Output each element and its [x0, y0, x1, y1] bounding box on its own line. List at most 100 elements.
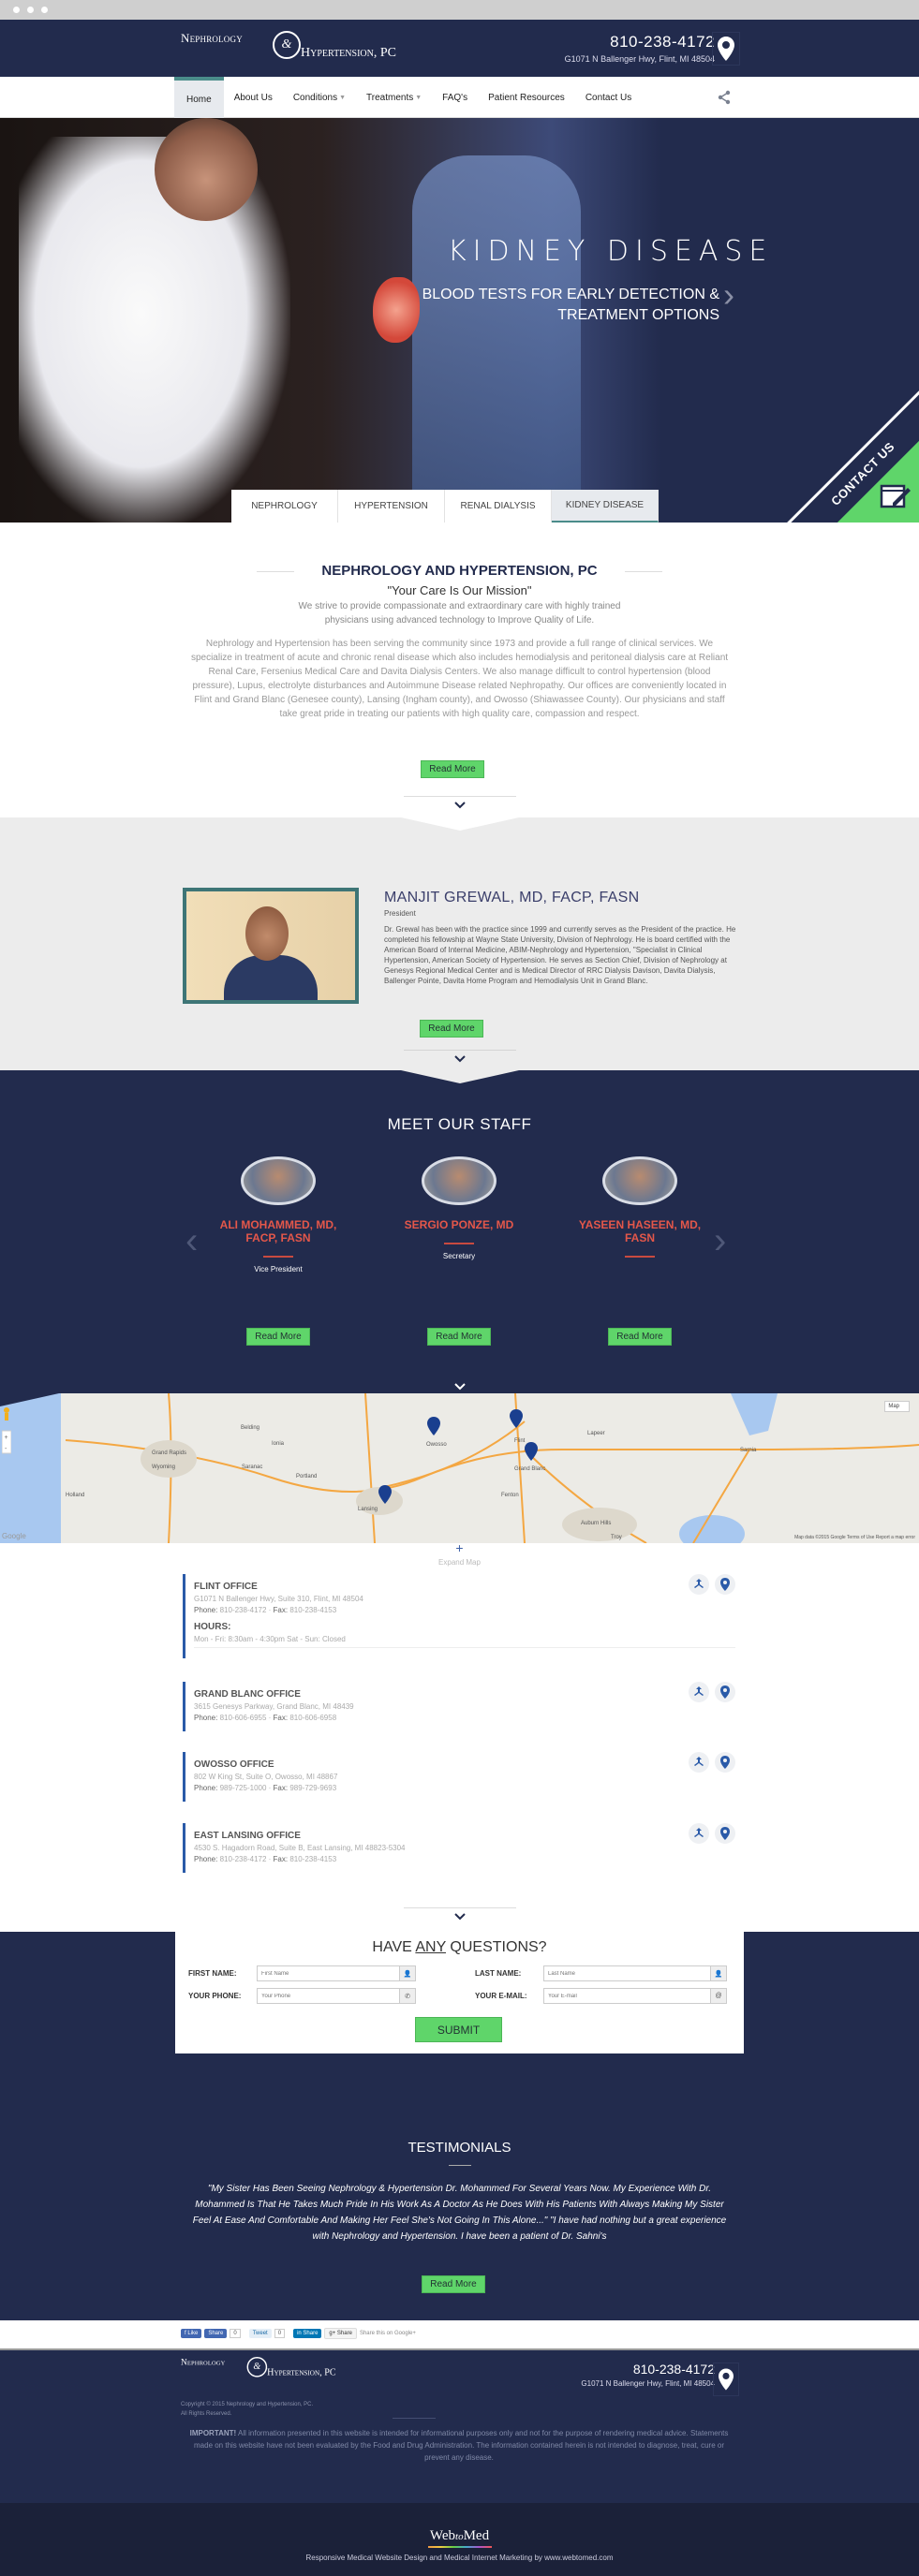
office-fax: 810-606-6958 [289, 1714, 337, 1722]
last-name-field[interactable]: 👤 [543, 1965, 727, 1981]
fax-label: Fax: [273, 1714, 289, 1722]
location-pin-icon[interactable] [712, 32, 740, 66]
email-input[interactable] [544, 1989, 710, 2003]
nav-faqs[interactable]: FAQ's [432, 77, 478, 118]
slider-tab-kidney-disease[interactable]: KIDNEY DISEASE [552, 490, 659, 523]
staff-name[interactable]: YASEEN HASEEN, MD, FASN [574, 1218, 705, 1244]
staff-next-arrow[interactable]: › [714, 1220, 726, 1262]
nav-home[interactable]: Home [174, 77, 224, 118]
testimonials-read-more-button[interactable]: Read More [422, 2275, 485, 2293]
header-phone[interactable]: 810-238-4172 [565, 33, 715, 52]
last-name-input[interactable] [544, 1966, 710, 1980]
about-read-more-button[interactable]: Read More [421, 760, 484, 778]
map-type-select[interactable]: Map [884, 1401, 910, 1412]
map-attribution[interactable]: Map data ©2015 Google Terms of Use Repor… [794, 1535, 915, 1540]
share-icon[interactable] [717, 90, 732, 110]
staff-name[interactable]: SERGIO PONZE, MD [393, 1218, 525, 1231]
last-name-label: LAST NAME: [475, 1969, 522, 1978]
first-name-field[interactable]: 👤 [257, 1965, 416, 1981]
map-pin-icon[interactable] [715, 1752, 735, 1773]
phone-icon: ✆ [399, 1989, 415, 2003]
form-title-emphasis: ANY [415, 1939, 446, 1955]
separator: · [266, 1606, 274, 1614]
directions-icon[interactable] [689, 1682, 709, 1702]
staff-divider [263, 1256, 293, 1258]
chevron-down-icon[interactable] [453, 1383, 466, 1393]
contact-form-icon[interactable] [880, 482, 912, 513]
window-dot[interactable] [27, 7, 34, 13]
map-pin-icon[interactable] [715, 1574, 735, 1595]
office-phone[interactable]: 989-725-1000 [220, 1784, 267, 1792]
staff-read-more-button[interactable]: Read More [608, 1328, 672, 1346]
staff-role: Vice President [254, 1265, 303, 1273]
staff-divider [625, 1256, 655, 1258]
window-dot[interactable] [41, 7, 48, 13]
nav-patient-resources[interactable]: Patient Resources [478, 77, 575, 118]
office-name: OWOSSO OFFICE [194, 1759, 274, 1770]
svg-text:+: + [5, 1435, 8, 1441]
facebook-like-button[interactable]: f Like [181, 2329, 202, 2338]
expand-map-label: Expand Map [438, 1558, 481, 1567]
map-markers[interactable] [378, 1409, 538, 1504]
footer-logo[interactable]: Nephrology & Hypertension, PC [181, 2357, 363, 2385]
phone-field[interactable]: ✆ [257, 1988, 416, 2004]
slider-tab-hypertension[interactable]: HYPERTENSION [338, 490, 445, 523]
nav-contact[interactable]: Contact Us [575, 77, 642, 118]
slider-next-arrow[interactable]: › [723, 275, 734, 315]
linkedin-share-button[interactable]: in Share [293, 2329, 322, 2338]
email-field[interactable]: @ [543, 1988, 727, 2004]
staff-prev-arrow[interactable]: ‹ [185, 1220, 198, 1262]
submit-button[interactable]: SUBMIT [415, 2017, 502, 2042]
photo-suit [224, 955, 318, 1000]
staff-photo[interactable] [602, 1156, 677, 1205]
map-marker-owosso[interactable] [427, 1417, 440, 1435]
footer-contact: 810-238-4172 G1071 N Ballenger Hwy, Flin… [581, 2362, 715, 2388]
window-dot[interactable] [13, 7, 20, 13]
map-place-label: Fenton [501, 1493, 519, 1498]
directions-icon[interactable] [689, 1752, 709, 1773]
location-pin-icon[interactable] [713, 2363, 739, 2396]
staff-photo[interactable] [422, 1156, 497, 1205]
map-pin-icon[interactable] [715, 1682, 735, 1702]
contact-form: HAVE ANY QUESTIONS? FIRST NAME: 👤 LAST N… [175, 1932, 744, 2053]
site-logo[interactable]: Nephrology & Hypertension, PC [181, 31, 434, 70]
office-phone[interactable]: 810-238-4172 [220, 1855, 267, 1863]
staff-read-more-button[interactable]: Read More [427, 1328, 491, 1346]
president-read-more-button[interactable]: Read More [420, 1020, 483, 1038]
staff-read-more-button[interactable]: Read More [246, 1328, 310, 1346]
expand-map-button[interactable]: + Expand Map [0, 1541, 919, 1567]
staff-name[interactable]: ALI MOHAMMED, MD, FACP, FASN [213, 1218, 344, 1244]
directions-icon[interactable] [689, 1823, 709, 1844]
first-name-input[interactable] [258, 1966, 399, 1980]
office-address: 4530 S. Hagadorn Road, Suite B, East Lan… [194, 1844, 406, 1852]
map-pin-icon[interactable] [715, 1823, 735, 1844]
tweet-button[interactable]: Tweet [248, 2329, 272, 2338]
office-phone[interactable]: 810-238-4172 [220, 1606, 267, 1614]
testimonials-title: TESTIMONIALS [408, 2140, 511, 2156]
phone-input[interactable] [258, 1989, 399, 2003]
office-name: GRAND BLANC OFFICE [194, 1689, 301, 1700]
directions-icon[interactable] [689, 1574, 709, 1595]
chevron-down-icon[interactable] [453, 1055, 466, 1066]
footer-address: G1071 N Ballenger Hwy, Flint, MI 48504 [581, 2379, 715, 2388]
office-map[interactable]: Grand Rapids Wyoming Holland Owosso Flin… [0, 1393, 919, 1543]
staff-photo[interactable] [241, 1156, 316, 1205]
slider-tab-renal-dialysis[interactable]: RENAL DIALYSIS [445, 490, 552, 523]
office-phone[interactable]: 810-606-6955 [220, 1714, 267, 1722]
nav-about[interactable]: About Us [224, 77, 283, 118]
chevron-down-icon[interactable] [453, 1913, 466, 1923]
footer-phone[interactable]: 810-238-4172 [581, 2362, 715, 2377]
map-marker-grand-blanc[interactable] [525, 1442, 538, 1461]
office-phone-fax: Phone: 989-725-1000 · Fax: 989-729-9693 [194, 1784, 735, 1792]
credit-text[interactable]: Responsive Medical Website Design and Me… [0, 2554, 919, 2562]
nav-treatments[interactable]: Treatments ▼ [356, 77, 432, 118]
google-plus-share-button[interactable]: g+ Share [324, 2328, 357, 2339]
nav-conditions[interactable]: Conditions ▼ [283, 77, 356, 118]
webtomed-logo[interactable]: WebtoMed [0, 2503, 919, 2544]
map-canvas[interactable]: Grand Rapids Wyoming Holland Owosso Flin… [0, 1393, 919, 1543]
hero-title: KIDNEY DISEASE [448, 235, 774, 268]
slider-tab-nephrology[interactable]: NEPHROLOGY [231, 490, 338, 523]
facebook-share-button[interactable]: Share [204, 2329, 228, 2338]
nav-label: About Us [233, 92, 273, 103]
chevron-down-icon[interactable] [453, 802, 466, 812]
